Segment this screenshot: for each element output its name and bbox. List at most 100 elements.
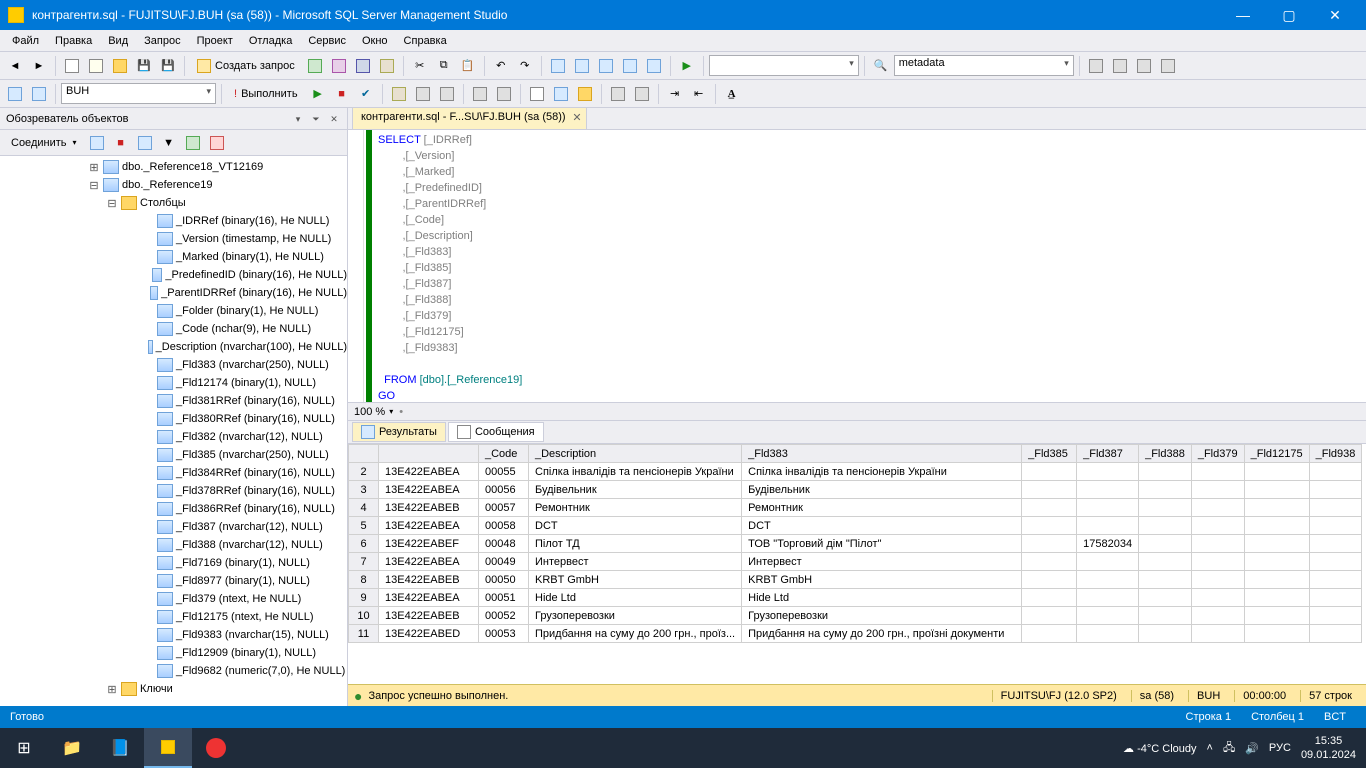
column-header[interactable]: _Fld387 <box>1077 445 1139 463</box>
table-cell[interactable] <box>1244 571 1309 589</box>
table-cell[interactable] <box>1022 463 1077 481</box>
table-cell[interactable]: 00053 <box>479 625 529 643</box>
table-cell[interactable]: Интервест <box>529 553 742 571</box>
oe-stop-button[interactable]: ■ <box>110 132 132 154</box>
table-cell[interactable]: 13E422EABEB <box>379 607 479 625</box>
tree-node[interactable]: _Fld386RRef (binary(16), NULL) <box>0 500 347 518</box>
table-cell[interactable] <box>1022 571 1077 589</box>
specify-values-button[interactable]: A̲ <box>721 83 743 105</box>
query-options-button[interactable] <box>412 83 434 105</box>
table-cell[interactable]: 00051 <box>479 589 529 607</box>
minimize-button[interactable]: — <box>1220 0 1266 30</box>
results-grid[interactable]: _Code_Description_Fld383_Fld385_Fld387_F… <box>348 444 1366 684</box>
table-cell[interactable] <box>1244 535 1309 553</box>
start-button[interactable]: ⊞ <box>0 728 48 768</box>
1c-taskbar-button[interactable] <box>192 728 240 768</box>
results-tab[interactable]: Результаты <box>352 422 446 442</box>
table-cell[interactable] <box>1309 517 1362 535</box>
db-engine-query-button[interactable] <box>304 55 326 77</box>
table-cell[interactable]: 13E422EABEB <box>379 571 479 589</box>
table-cell[interactable] <box>1139 589 1192 607</box>
table-cell[interactable] <box>1022 607 1077 625</box>
table-cell[interactable]: 00056 <box>479 481 529 499</box>
panel-pin-button[interactable]: ⏷ <box>309 112 323 126</box>
tree-node[interactable]: ⊞dbo._Reference18_VT12169 <box>0 158 347 176</box>
debug-button[interactable]: ▶ <box>307 83 329 105</box>
table-cell[interactable]: DCT <box>742 517 1022 535</box>
results-file-button[interactable] <box>574 83 596 105</box>
tree-node[interactable]: _Fld12175 (ntext, Не NULL) <box>0 608 347 626</box>
nav-fwd-button[interactable]: ► <box>28 55 50 77</box>
save-all-button[interactable]: 💾 <box>157 55 179 77</box>
include-stats-button[interactable] <box>493 83 515 105</box>
search-combo[interactable]: metadata <box>894 55 1074 76</box>
table-row[interactable]: 213E422EABEA00055Спілка інвалідів та пен… <box>349 463 1362 481</box>
table-cell[interactable] <box>1077 463 1139 481</box>
table-cell[interactable] <box>1077 499 1139 517</box>
table-cell[interactable] <box>1309 481 1362 499</box>
table-cell[interactable] <box>1022 481 1077 499</box>
table-cell[interactable]: 13E422EABED <box>379 625 479 643</box>
table-cell[interactable]: 13E422EABEA <box>379 517 479 535</box>
results-text-button[interactable] <box>526 83 548 105</box>
find-button[interactable]: 🔍 <box>870 55 892 77</box>
tray-lang[interactable]: РУС <box>1269 742 1291 754</box>
tree-node[interactable]: _Fld381RRef (binary(16), NULL) <box>0 392 347 410</box>
connect-button[interactable] <box>4 83 26 105</box>
redo-button[interactable]: ↷ <box>514 55 536 77</box>
table-cell[interactable] <box>1077 553 1139 571</box>
table-cell[interactable]: Hide Ltd <box>529 589 742 607</box>
registered-servers-button[interactable] <box>571 55 593 77</box>
table-cell[interactable]: Спілка інвалідів та пенсіонерів України <box>529 463 742 481</box>
analysis-query-button[interactable] <box>328 55 350 77</box>
intellisense-button[interactable] <box>436 83 458 105</box>
table-cell[interactable] <box>1309 535 1362 553</box>
nav-back-button[interactable]: ◄ <box>4 55 26 77</box>
tree-node[interactable]: _Code (nchar(9), Не NULL) <box>0 320 347 338</box>
tree-node[interactable]: _IDRRef (binary(16), Не NULL) <box>0 212 347 230</box>
table-cell[interactable] <box>1244 517 1309 535</box>
tree-node[interactable]: _Marked (binary(1), Не NULL) <box>0 248 347 266</box>
table-cell[interactable]: 00050 <box>479 571 529 589</box>
table-cell[interactable]: Ремонтник <box>742 499 1022 517</box>
tree-node[interactable]: _Fld379 (ntext, Не NULL) <box>0 590 347 608</box>
table-cell[interactable] <box>1022 517 1077 535</box>
table-row[interactable]: 513E422EABEA00058DCTDCT <box>349 517 1362 535</box>
table-cell[interactable] <box>1022 589 1077 607</box>
solution-combo[interactable] <box>709 55 859 76</box>
activity-monitor-button[interactable] <box>547 55 569 77</box>
table-cell[interactable]: Пілот ТД <box>529 535 742 553</box>
undo-button[interactable]: ↶ <box>490 55 512 77</box>
ssms-taskbar-button[interactable] <box>144 728 192 768</box>
table-cell[interactable] <box>1077 517 1139 535</box>
copy-button[interactable]: ⧉ <box>433 55 455 77</box>
indent-button[interactable]: ⇥ <box>664 83 686 105</box>
zoom-level[interactable]: 100 % <box>354 406 385 418</box>
tree-node[interactable]: _Version (timestamp, Не NULL) <box>0 230 347 248</box>
cancel-exec-button[interactable]: ■ <box>331 83 353 105</box>
column-header[interactable] <box>379 445 479 463</box>
tree-node[interactable]: ⊞Ключи <box>0 680 347 698</box>
xmla-query-button[interactable] <box>376 55 398 77</box>
parse-button[interactable]: ✔ <box>355 83 377 105</box>
explorer-taskbar-button[interactable]: 📁 <box>48 728 96 768</box>
table-row[interactable]: 613E422EABEF00048Пілот ТДТОВ "Торговий д… <box>349 535 1362 553</box>
table-cell[interactable] <box>1139 553 1192 571</box>
comment-button[interactable] <box>607 83 629 105</box>
table-cell[interactable] <box>1244 499 1309 517</box>
table-cell[interactable] <box>1022 553 1077 571</box>
tree-node[interactable]: _Description (nvarchar(100), Не NULL) <box>0 338 347 356</box>
menu-отладка[interactable]: Отладка <box>241 33 300 49</box>
table-cell[interactable] <box>1309 589 1362 607</box>
table-cell[interactable] <box>1309 625 1362 643</box>
table-cell[interactable] <box>1139 481 1192 499</box>
table-cell[interactable] <box>1077 589 1139 607</box>
tree-node[interactable]: _Fld7169 (binary(1), NULL) <box>0 554 347 572</box>
table-cell[interactable] <box>1244 553 1309 571</box>
table-cell[interactable] <box>1309 571 1362 589</box>
table-cell[interactable] <box>1022 499 1077 517</box>
column-header[interactable]: _Fld385 <box>1022 445 1077 463</box>
tree-node[interactable]: _Fld382 (nvarchar(12), NULL) <box>0 428 347 446</box>
column-header[interactable]: _Fld383 <box>742 445 1022 463</box>
table-cell[interactable]: Придбання на суму до 200 грн., проїз... <box>529 625 742 643</box>
